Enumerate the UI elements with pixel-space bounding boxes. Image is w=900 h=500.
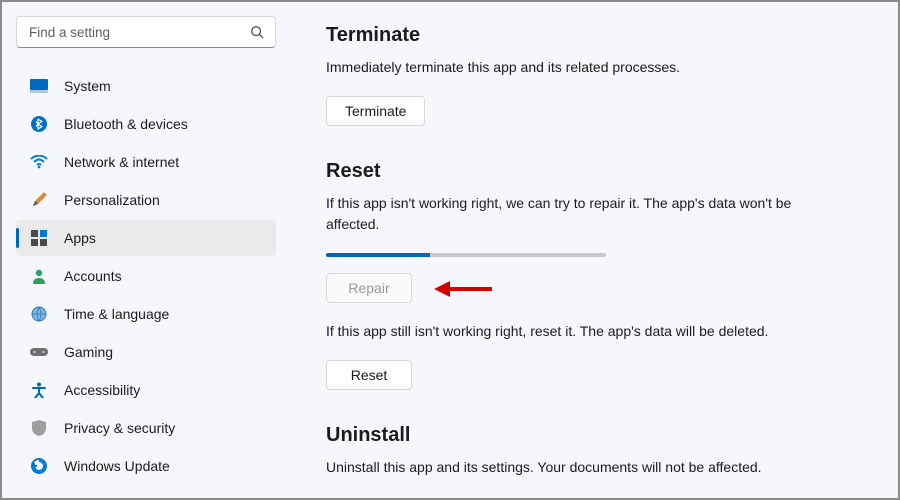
reset-desc: If this app still isn't working right, r… (326, 321, 796, 342)
uninstall-title: Uninstall (326, 424, 868, 447)
reset-button[interactable]: Reset (326, 360, 412, 390)
gamepad-icon (30, 343, 48, 361)
person-icon (30, 267, 48, 285)
repair-button: Repair (326, 273, 412, 303)
repair-progress-fill (326, 253, 430, 257)
bluetooth-icon (30, 115, 48, 133)
nav-list: System Bluetooth & devices Network & int… (16, 68, 276, 484)
sidebar-item-label: Apps (64, 230, 96, 246)
repair-progress (326, 253, 606, 257)
globe-clock-icon (30, 305, 48, 323)
terminate-button[interactable]: Terminate (326, 96, 425, 126)
sidebar-item-label: Gaming (64, 344, 113, 360)
search-input[interactable] (16, 16, 276, 48)
sidebar-item-time[interactable]: Time & language (16, 296, 276, 332)
accessibility-icon (30, 381, 48, 399)
terminate-section: Terminate Immediately terminate this app… (326, 24, 868, 126)
apps-icon (30, 229, 48, 247)
search-box (16, 16, 276, 48)
update-icon (30, 457, 48, 475)
terminate-title: Terminate (326, 24, 868, 47)
reset-title: Reset (326, 160, 868, 183)
system-icon (30, 77, 48, 95)
search-icon (250, 25, 264, 39)
paintbrush-icon (30, 191, 48, 209)
main-content: Terminate Immediately terminate this app… (290, 2, 898, 498)
sidebar-item-network[interactable]: Network & internet (16, 144, 276, 180)
sidebar-item-bluetooth[interactable]: Bluetooth & devices (16, 106, 276, 142)
sidebar-item-personalization[interactable]: Personalization (16, 182, 276, 218)
annotation-arrow-icon (434, 278, 492, 300)
reset-repair-desc: If this app isn't working right, we can … (326, 193, 796, 235)
sidebar-item-label: Privacy & security (64, 420, 175, 436)
wifi-icon (30, 153, 48, 171)
sidebar-item-label: Windows Update (64, 458, 170, 474)
sidebar-item-label: Bluetooth & devices (64, 116, 188, 132)
terminate-desc: Immediately terminate this app and its r… (326, 57, 796, 78)
sidebar-item-accessibility[interactable]: Accessibility (16, 372, 276, 408)
sidebar-item-accounts[interactable]: Accounts (16, 258, 276, 294)
shield-icon (30, 419, 48, 437)
sidebar-item-label: Accessibility (64, 382, 140, 398)
uninstall-section: Uninstall Uninstall this app and its set… (326, 424, 868, 478)
sidebar-item-apps[interactable]: Apps (16, 220, 276, 256)
sidebar-item-system[interactable]: System (16, 68, 276, 104)
sidebar: System Bluetooth & devices Network & int… (2, 2, 290, 498)
sidebar-item-label: System (64, 78, 111, 94)
uninstall-desc: Uninstall this app and its settings. You… (326, 457, 796, 478)
sidebar-item-label: Network & internet (64, 154, 179, 170)
sidebar-item-label: Accounts (64, 268, 122, 284)
sidebar-item-label: Personalization (64, 192, 160, 208)
sidebar-item-privacy[interactable]: Privacy & security (16, 410, 276, 446)
sidebar-item-update[interactable]: Windows Update (16, 448, 276, 484)
sidebar-item-label: Time & language (64, 306, 169, 322)
reset-section: Reset If this app isn't working right, w… (326, 160, 868, 390)
sidebar-item-gaming[interactable]: Gaming (16, 334, 276, 370)
